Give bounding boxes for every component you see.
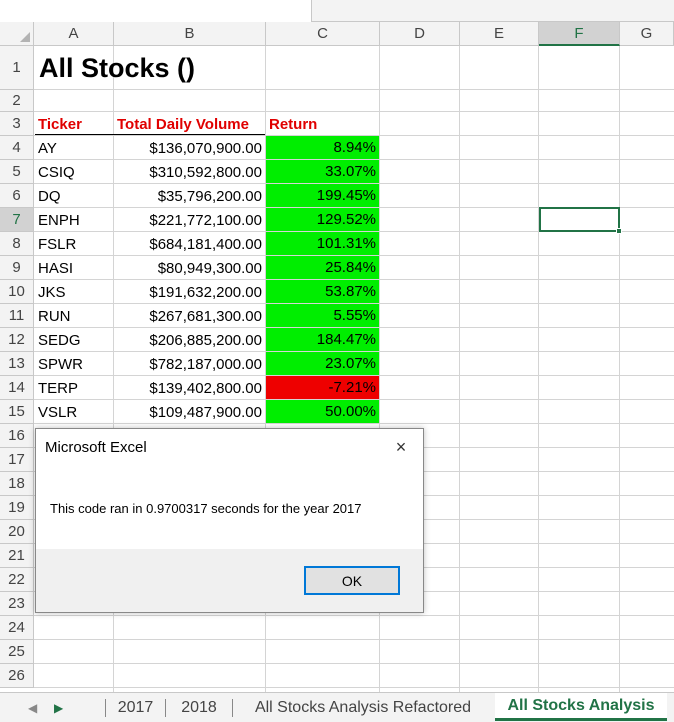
return-cell[interactable]: 8.94% [266, 136, 379, 159]
return-cell[interactable]: 129.52% [266, 208, 379, 231]
ticker-cell[interactable]: HASI [35, 256, 113, 280]
tab-2017[interactable]: 2017 [106, 693, 165, 722]
row-header-2[interactable]: 2 [0, 90, 34, 112]
volume-cell[interactable]: $310,592,800.00 [114, 160, 265, 184]
ok-button[interactable]: OK [304, 566, 400, 595]
message-box-dialog: Microsoft Excel × This code ran in 0.970… [35, 428, 424, 613]
row-header-4[interactable]: 4 [0, 136, 34, 160]
volume-cell[interactable]: $80,949,300.00 [114, 256, 265, 280]
row-gridline [34, 663, 674, 664]
row-header-12[interactable]: 12 [0, 328, 34, 352]
return-cell[interactable]: 33.07% [266, 160, 379, 183]
volume-cell[interactable]: $782,187,000.00 [114, 352, 265, 376]
return-cell[interactable]: 25.84% [266, 256, 379, 279]
ticker-cell[interactable]: CSIQ [35, 160, 113, 184]
column-header-g[interactable]: G [620, 22, 674, 46]
return-header[interactable]: Return [266, 112, 379, 136]
row-gridline [34, 639, 674, 640]
column-header-b[interactable]: B [114, 22, 266, 46]
row-header-19[interactable]: 19 [0, 496, 34, 520]
tab-all-stocks-refactored[interactable]: All Stocks Analysis Refactored [233, 693, 493, 722]
volume-cell[interactable]: $35,796,200.00 [114, 184, 265, 208]
volume-cell[interactable]: $684,181,400.00 [114, 232, 265, 256]
sheet-title[interactable]: All Stocks () [36, 46, 266, 90]
column-header-c[interactable]: C [266, 22, 380, 46]
row-gridline [34, 615, 674, 616]
row-header-1[interactable]: 1 [0, 46, 34, 90]
row-header-17[interactable]: 17 [0, 448, 34, 472]
column-header-e[interactable]: E [460, 22, 539, 46]
ticker-cell[interactable]: ENPH [35, 208, 113, 232]
row-header-20[interactable]: 20 [0, 520, 34, 544]
row-header-24[interactable]: 24 [0, 616, 34, 640]
ticker-cell[interactable]: RUN [35, 304, 113, 328]
ticker-cell[interactable]: AY [35, 136, 113, 160]
row-header-18[interactable]: 18 [0, 472, 34, 496]
column-header-d[interactable]: D [380, 22, 460, 46]
ticker-cell[interactable]: JKS [35, 280, 113, 304]
scroll-right-icon[interactable]: ▶ [54, 701, 63, 715]
ticker-cell[interactable]: VSLR [35, 400, 113, 424]
row-header-14[interactable]: 14 [0, 376, 34, 400]
ticker-cell[interactable]: SPWR [35, 352, 113, 376]
return-cell[interactable]: 5.55% [266, 304, 379, 327]
volume-cell[interactable]: $136,070,900.00 [114, 136, 265, 160]
dialog-footer: OK [36, 549, 423, 612]
return-cell[interactable]: -7.21% [266, 376, 379, 399]
fill-handle[interactable] [616, 228, 622, 234]
row-header-21[interactable]: 21 [0, 544, 34, 568]
row-header-23[interactable]: 23 [0, 592, 34, 616]
return-cell[interactable]: 23.07% [266, 352, 379, 375]
row-header-26[interactable]: 26 [0, 664, 34, 688]
tab-2018[interactable]: 2018 [166, 693, 232, 722]
row-header-25[interactable]: 25 [0, 640, 34, 664]
corner-triangle-icon [20, 32, 30, 42]
column-gridline [459, 46, 460, 692]
top-band-shaded [311, 0, 674, 22]
sheet-tab-bar: ◀ ▶ 2017 2018 All Stocks Analysis Refact… [0, 692, 674, 722]
volume-header[interactable]: Total Daily Volume [114, 112, 266, 136]
dialog-message: This code ran in 0.9700317 seconds for t… [50, 501, 362, 516]
return-cell[interactable]: 50.00% [266, 400, 379, 423]
tab-all-stocks-analysis[interactable]: All Stocks Analysis [495, 693, 667, 721]
volume-cell[interactable]: $221,772,100.00 [114, 208, 265, 232]
row-header-16[interactable]: 16 [0, 424, 34, 448]
close-icon[interactable]: × [389, 435, 413, 459]
ticker-cell[interactable]: TERP [35, 376, 113, 400]
return-cell[interactable]: 199.45% [266, 184, 379, 207]
ticker-cell[interactable]: FSLR [35, 232, 113, 256]
return-cell[interactable]: 184.47% [266, 328, 379, 351]
selected-cell-f7[interactable] [539, 207, 622, 234]
row-gridline [34, 687, 674, 688]
volume-cell[interactable]: $191,632,200.00 [114, 280, 265, 304]
ticker-header[interactable]: Ticker [35, 112, 113, 136]
ticker-cell[interactable]: SEDG [35, 328, 113, 352]
column-header-f[interactable]: F [539, 22, 620, 46]
row-header-3[interactable]: 3 [0, 112, 34, 136]
header-border [35, 134, 265, 135]
volume-cell[interactable]: $267,681,300.00 [114, 304, 265, 328]
volume-cell[interactable]: $109,487,900.00 [114, 400, 265, 424]
row-header-10[interactable]: 10 [0, 280, 34, 304]
scroll-left-icon[interactable]: ◀ [28, 701, 37, 715]
row-header-13[interactable]: 13 [0, 352, 34, 376]
row-header-7[interactable]: 7 [0, 208, 34, 232]
row-header-6[interactable]: 6 [0, 184, 34, 208]
select-all-corner[interactable] [0, 22, 34, 46]
dialog-title: Microsoft Excel [45, 439, 147, 456]
row-header-15[interactable]: 15 [0, 400, 34, 424]
return-cell[interactable]: 101.31% [266, 232, 379, 255]
volume-cell[interactable]: $139,402,800.00 [114, 376, 265, 400]
volume-cell[interactable]: $206,885,200.00 [114, 328, 265, 352]
row-header-9[interactable]: 9 [0, 256, 34, 280]
column-gridline [538, 46, 539, 692]
column-gridline [619, 46, 620, 692]
row-header-11[interactable]: 11 [0, 304, 34, 328]
row-header-22[interactable]: 22 [0, 568, 34, 592]
row-header-8[interactable]: 8 [0, 232, 34, 256]
column-header-a[interactable]: A [34, 22, 114, 46]
row-header-5[interactable]: 5 [0, 160, 34, 184]
return-cell[interactable]: 53.87% [266, 280, 379, 303]
ticker-cell[interactable]: DQ [35, 184, 113, 208]
